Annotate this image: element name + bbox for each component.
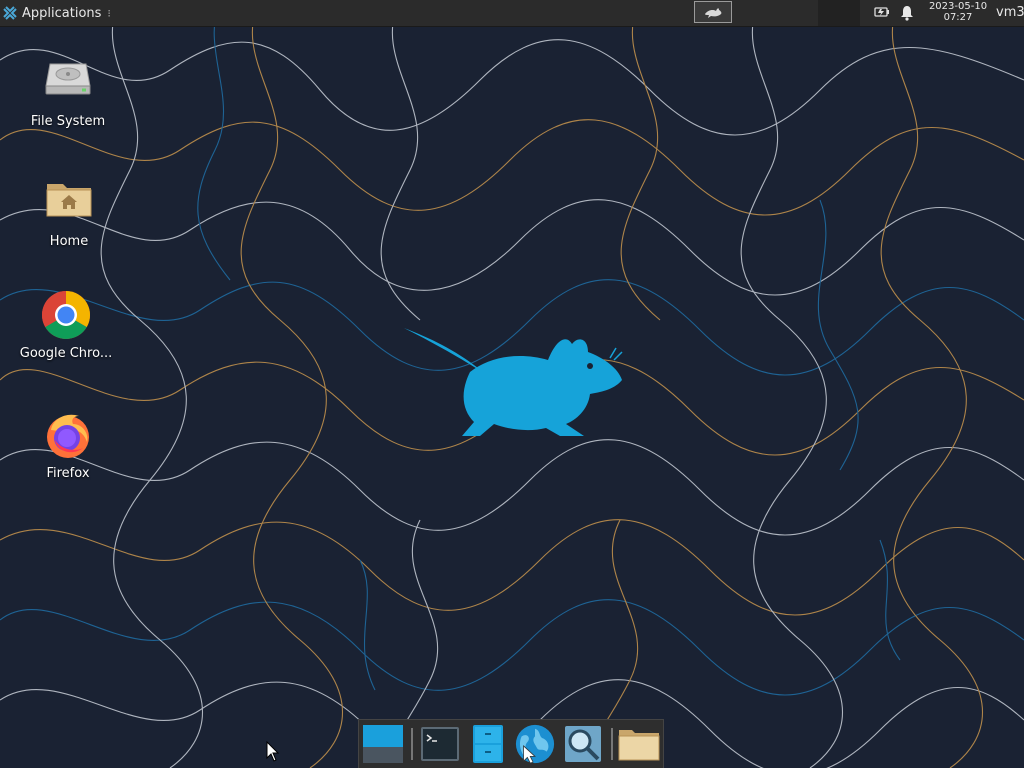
dock-terminal[interactable] — [419, 724, 461, 764]
panel-empty-slot — [818, 0, 860, 26]
firefox-icon — [42, 410, 94, 462]
clock[interactable]: 2023-05-10 07:27 — [928, 1, 988, 23]
panel-separator: ⁝ — [107, 6, 111, 20]
show-desktop-icon — [363, 725, 403, 763]
home-folder-icon — [43, 178, 95, 230]
dock-web-browser[interactable] — [514, 724, 556, 764]
desktop-icon-label: Firefox — [46, 466, 90, 481]
notifications-bell-icon[interactable] — [900, 5, 914, 21]
search-icon — [565, 726, 601, 762]
user-menu[interactable]: vm3 — [996, 5, 1024, 20]
dock-file-cabinet[interactable] — [467, 724, 509, 764]
applications-menu-label: Applications — [22, 5, 102, 21]
desktop-wallpaper — [0, 0, 1024, 768]
clock-time: 07:27 — [943, 12, 973, 23]
workspace-mouse-icon — [705, 8, 722, 18]
dock-separator — [611, 728, 613, 760]
desktop-icon-label: File System — [30, 114, 106, 129]
google-chrome-icon — [40, 290, 92, 342]
top-panel: Applications ⁝ 2023-05-10 07:27 vm3 — [0, 0, 1024, 27]
desktop-icon-firefox[interactable]: Firefox — [20, 410, 116, 481]
dock-separator — [411, 728, 413, 760]
desktop-icon-label: Google Chro... — [19, 346, 113, 361]
folder-icon — [618, 730, 660, 761]
web-browser-icon — [515, 724, 555, 764]
desktop-icon-home[interactable]: Home — [21, 178, 117, 249]
workspace-switcher-button[interactable] — [694, 1, 732, 23]
dock-app-finder[interactable] — [562, 724, 604, 764]
dock-file-manager[interactable] — [618, 724, 660, 764]
desktop-icon-file-system[interactable]: File System — [20, 58, 116, 129]
dock-show-desktop[interactable] — [362, 724, 404, 764]
drive-harddisk-icon — [42, 58, 94, 110]
battery-icon[interactable] — [874, 6, 890, 18]
desktop-icon-label: Home — [49, 234, 89, 249]
desktop-icon-google-chrome[interactable]: Google Chro... — [18, 290, 114, 361]
file-cabinet-icon — [473, 725, 503, 763]
mouse-pointer-icon — [266, 741, 280, 762]
terminal-icon — [421, 727, 459, 761]
xfce-logo-icon — [3, 6, 17, 20]
bottom-dock — [358, 719, 664, 768]
clock-date: 2023-05-10 — [928, 1, 988, 12]
applications-menu-button[interactable]: Applications ⁝ — [2, 0, 111, 26]
